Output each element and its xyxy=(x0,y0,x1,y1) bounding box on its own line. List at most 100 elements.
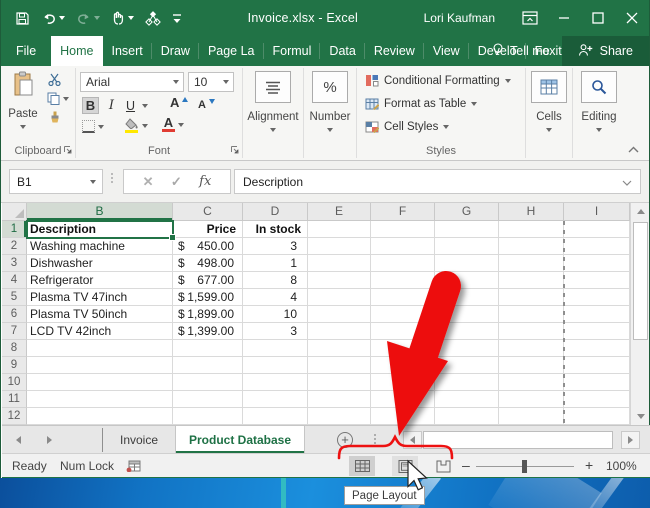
previous-sheet-icon[interactable] xyxy=(16,435,21,444)
cell-C8[interactable] xyxy=(173,340,243,357)
cell-C4[interactable]: $677.00 xyxy=(173,272,243,289)
row-header-1[interactable]: 1 xyxy=(2,221,27,238)
cells-caret[interactable] xyxy=(546,128,552,132)
cell-D8[interactable] xyxy=(243,340,308,357)
cell-C2[interactable]: $450.00 xyxy=(173,238,243,255)
cell-H3[interactable] xyxy=(499,255,564,272)
column-header-G[interactable]: G xyxy=(435,203,499,221)
cell-C5[interactable]: $1,599.00 xyxy=(173,289,243,306)
row-header-5[interactable]: 5 xyxy=(2,289,27,306)
font-color-button[interactable]: A xyxy=(162,116,184,132)
cell-B1[interactable]: Description xyxy=(27,221,173,238)
italic-button[interactable]: I xyxy=(103,97,120,114)
cell-H8[interactable] xyxy=(499,340,564,357)
cell-G11[interactable] xyxy=(435,391,499,408)
number-button[interactable]: % Number xyxy=(304,71,356,132)
cell-H9[interactable] xyxy=(499,357,564,374)
cell-G6[interactable] xyxy=(435,306,499,323)
cell-B10[interactable] xyxy=(27,374,173,391)
cell-C3[interactable]: $498.00 xyxy=(173,255,243,272)
minimize-button[interactable] xyxy=(547,0,581,36)
hscroll-right-button[interactable] xyxy=(621,431,640,449)
row-header-4[interactable]: 4 xyxy=(2,272,27,289)
share-button[interactable]: Share xyxy=(561,36,649,66)
underline-button[interactable]: U xyxy=(122,97,148,114)
column-header-D[interactable]: D xyxy=(243,203,308,221)
clipboard-dialog-launcher-icon[interactable] xyxy=(63,145,72,157)
formula-input[interactable]: Description xyxy=(234,169,641,194)
underline-caret[interactable] xyxy=(142,103,148,108)
cell-F7[interactable] xyxy=(371,323,435,340)
number-caret[interactable] xyxy=(327,128,333,132)
cell-B5[interactable]: Plasma TV 47inch xyxy=(27,289,173,306)
cell-D7[interactable]: 3 xyxy=(243,323,308,340)
cell-F1[interactable] xyxy=(371,221,435,238)
row-header-6[interactable]: 6 xyxy=(2,306,27,323)
cut-button[interactable] xyxy=(48,73,62,86)
select-all-corner[interactable] xyxy=(2,203,27,221)
conditional-formatting-button[interactable]: Conditional Formatting xyxy=(365,74,511,87)
zoom-out-button[interactable]: – xyxy=(462,457,470,473)
sheet-tab-product-database[interactable]: Product Database xyxy=(175,426,305,453)
cell-B2[interactable]: Washing machine xyxy=(27,238,173,255)
record-macro-icon[interactable] xyxy=(126,459,141,475)
collapse-ribbon-icon[interactable] xyxy=(628,144,639,156)
customize-qat-icon[interactable] xyxy=(172,13,182,24)
cell-I7[interactable] xyxy=(564,323,630,340)
cell-F2[interactable] xyxy=(371,238,435,255)
cell-H12[interactable] xyxy=(499,408,564,425)
cell-E3[interactable] xyxy=(308,255,371,272)
cell-E12[interactable] xyxy=(308,408,371,425)
cell-B11[interactable] xyxy=(27,391,173,408)
font-color-caret[interactable] xyxy=(178,123,184,127)
cell-F3[interactable] xyxy=(371,255,435,272)
cell-D2[interactable]: 3 xyxy=(243,238,308,255)
cell-C1[interactable]: Price xyxy=(173,221,243,238)
cell-F8[interactable] xyxy=(371,340,435,357)
cell-E6[interactable] xyxy=(308,306,371,323)
font-dialog-launcher-icon[interactable] xyxy=(230,145,239,157)
cell-I4[interactable] xyxy=(564,272,630,289)
row-header-8[interactable]: 8 xyxy=(2,340,27,357)
vertical-scroll-thumb[interactable] xyxy=(633,222,648,340)
hscroll-left-button[interactable] xyxy=(403,431,422,449)
ribbon-tab-data[interactable]: Data xyxy=(320,36,365,66)
ribbon-tab-view[interactable]: View xyxy=(424,36,469,66)
new-sheet-button[interactable]: + xyxy=(337,432,353,448)
row-header-7[interactable]: 7 xyxy=(2,323,27,340)
maximize-button[interactable] xyxy=(581,0,615,36)
cell-I6[interactable] xyxy=(564,306,630,323)
user-name[interactable]: Lori Kaufman xyxy=(424,11,495,25)
cell-H1[interactable] xyxy=(499,221,564,238)
cell-E5[interactable] xyxy=(308,289,371,306)
cell-C7[interactable]: $1,399.00 xyxy=(173,323,243,340)
touch-mode-caret[interactable] xyxy=(128,16,134,20)
ribbon-tab-review[interactable]: Review xyxy=(365,36,424,66)
editing-button[interactable]: Editing xyxy=(573,71,625,132)
save-icon[interactable] xyxy=(15,11,30,26)
insert-function-icon[interactable]: fx xyxy=(199,174,211,189)
alignment-caret[interactable] xyxy=(270,128,276,132)
ribbon-tab-file[interactable]: File xyxy=(1,36,51,66)
cell-F10[interactable] xyxy=(371,374,435,391)
row-header-2[interactable]: 2 xyxy=(2,238,27,255)
page-break-preview-button[interactable] xyxy=(430,456,456,476)
cell-I3[interactable] xyxy=(564,255,630,272)
cell-G3[interactable] xyxy=(435,255,499,272)
zoom-level[interactable]: 100% xyxy=(606,459,637,473)
cell-B4[interactable]: Refrigerator xyxy=(27,272,173,289)
cell-B7[interactable]: LCD TV 42inch xyxy=(27,323,173,340)
cell-D4[interactable]: 8 xyxy=(243,272,308,289)
touch-mode-icon[interactable] xyxy=(111,11,134,26)
cell-B8[interactable] xyxy=(27,340,173,357)
cell-H2[interactable] xyxy=(499,238,564,255)
ribbon-tab-page-la[interactable]: Page La xyxy=(199,36,264,66)
ribbon-tab-formul[interactable]: Formul xyxy=(264,36,321,66)
bold-button[interactable]: B xyxy=(82,97,99,114)
zoom-slider-thumb[interactable] xyxy=(522,460,527,473)
cell-E2[interactable] xyxy=(308,238,371,255)
cell-E4[interactable] xyxy=(308,272,371,289)
font-size-combo[interactable]: 10 xyxy=(188,72,234,92)
copy-button[interactable] xyxy=(47,92,69,105)
cell-H7[interactable] xyxy=(499,323,564,340)
